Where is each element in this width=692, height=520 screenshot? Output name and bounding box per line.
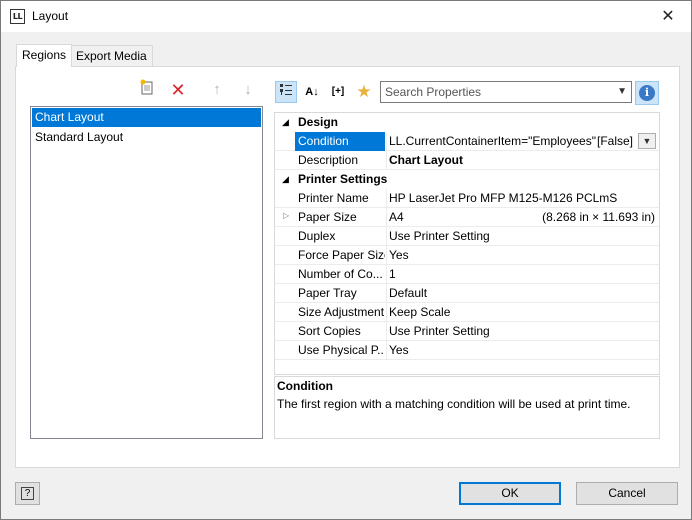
- property-row-use-physical-paper[interactable]: Use Physical P... Yes: [275, 341, 659, 360]
- chevron-down-icon[interactable]: ▼: [617, 82, 627, 102]
- property-row-sort-copies[interactable]: Sort Copies Use Printer Setting: [275, 322, 659, 341]
- favorites-star-icon[interactable]: ★: [353, 81, 375, 103]
- property-value[interactable]: Keep Scale: [386, 303, 659, 322]
- property-name: Sort Copies: [298, 324, 361, 338]
- condition-result: [False]: [596, 134, 633, 148]
- property-value[interactable]: 1: [386, 265, 659, 284]
- expand-arrow-icon[interactable]: ▷: [283, 211, 289, 220]
- alphabetical-sort-icon[interactable]: A↓: [301, 81, 323, 103]
- category-label: Printer Settings: [298, 172, 388, 186]
- move-up-icon[interactable]: ↑: [206, 79, 228, 101]
- delete-icon[interactable]: ✕: [167, 79, 189, 101]
- property-row-condition[interactable]: Condition LL.CurrentContainerItem="Emplo…: [275, 132, 659, 151]
- help-icon: ?: [21, 486, 34, 500]
- property-name: Condition: [295, 132, 385, 151]
- condition-value: LL.CurrentContainerItem="Employees": [389, 134, 596, 148]
- category-printer-settings[interactable]: ◢ Printer Settings: [275, 170, 659, 189]
- property-name: Force Paper Size: [298, 248, 385, 262]
- info-icon[interactable]: i: [635, 81, 659, 105]
- description-title: Condition: [277, 379, 333, 393]
- ok-button[interactable]: OK: [459, 482, 561, 505]
- help-button[interactable]: ?: [15, 482, 40, 505]
- description-text: The first region with a matching conditi…: [277, 397, 631, 411]
- property-row-description[interactable]: Description Chart Layout: [275, 151, 659, 170]
- chevron-down-icon[interactable]: ▼: [638, 133, 656, 149]
- property-value[interactable]: Use Printer Setting: [386, 227, 659, 246]
- category-label: Design: [298, 115, 339, 129]
- property-name: Size Adjustment: [298, 305, 385, 319]
- tab-export-media[interactable]: Export Media: [70, 45, 153, 66]
- layout-dialog: LL Layout ✕ Regions Export Media ✕ ↑ ↓ C…: [0, 0, 692, 520]
- title-bar: LL Layout ✕: [1, 1, 691, 32]
- property-row-paper-size[interactable]: ▷ Paper Size A4 (8.268 in × 11.693 in): [275, 208, 659, 227]
- property-value[interactable]: HP LaserJet Pro MFP M125-M126 PCLmS: [386, 189, 659, 208]
- close-icon[interactable]: ✕: [649, 1, 687, 32]
- app-icon: LL: [10, 9, 25, 24]
- property-name: Paper Size: [298, 210, 357, 224]
- collapse-arrow-icon[interactable]: ◢: [282, 170, 289, 189]
- property-row-number-of-copies[interactable]: Number of Co... 1: [275, 265, 659, 284]
- property-row-force-paper-size[interactable]: Force Paper Size Yes: [275, 246, 659, 265]
- property-grid: ◢ Design Condition LL.CurrentContainerIt…: [274, 112, 660, 375]
- description-panel: Condition The first region with a matchi…: [274, 376, 660, 439]
- expand-all-icon[interactable]: [+]: [327, 81, 349, 103]
- property-value[interactable]: LL.CurrentContainerItem="Employees" [Fal…: [386, 132, 659, 151]
- property-value[interactable]: Use Printer Setting: [386, 322, 659, 341]
- property-value[interactable]: Default: [386, 284, 659, 303]
- property-name: Use Physical P...: [298, 343, 385, 357]
- window-title: Layout: [32, 9, 69, 23]
- category-design[interactable]: ◢ Design: [275, 113, 659, 132]
- property-name: Duplex: [298, 229, 336, 243]
- property-name: Printer Name: [298, 191, 369, 205]
- paper-size-value: A4: [389, 210, 404, 224]
- property-name: Number of Co...: [298, 267, 383, 281]
- search-properties-input[interactable]: Search Properties ▼: [380, 81, 632, 103]
- search-placeholder: Search Properties: [385, 85, 482, 99]
- property-row-paper-tray[interactable]: Paper Tray Default: [275, 284, 659, 303]
- paper-size-dimensions: (8.268 in × 11.693 in): [542, 210, 655, 224]
- property-row-duplex[interactable]: Duplex Use Printer Setting: [275, 227, 659, 246]
- tab-regions[interactable]: Regions: [16, 44, 73, 67]
- property-row-printer-name[interactable]: Printer Name HP LaserJet Pro MFP M125-M1…: [275, 189, 659, 208]
- property-value[interactable]: Yes: [386, 246, 659, 265]
- collapse-arrow-icon[interactable]: ◢: [282, 113, 289, 132]
- property-name: Description: [298, 153, 359, 167]
- property-value[interactable]: A4 (8.268 in × 11.693 in): [386, 208, 659, 227]
- move-down-icon[interactable]: ↓: [237, 79, 259, 101]
- region-item-chart-layout[interactable]: Chart Layout: [32, 108, 261, 127]
- property-value[interactable]: Chart Layout: [386, 151, 659, 170]
- categorized-view-icon[interactable]: [275, 81, 297, 103]
- property-value[interactable]: Yes: [386, 341, 659, 360]
- region-item-standard-layout[interactable]: Standard Layout: [32, 128, 261, 147]
- new-region-icon[interactable]: [136, 79, 158, 101]
- cancel-button[interactable]: Cancel: [576, 482, 678, 505]
- property-name: Paper Tray: [298, 286, 357, 300]
- region-list[interactable]: Chart Layout Standard Layout: [30, 106, 263, 439]
- property-row-size-adjustment[interactable]: Size Adjustment Keep Scale: [275, 303, 659, 322]
